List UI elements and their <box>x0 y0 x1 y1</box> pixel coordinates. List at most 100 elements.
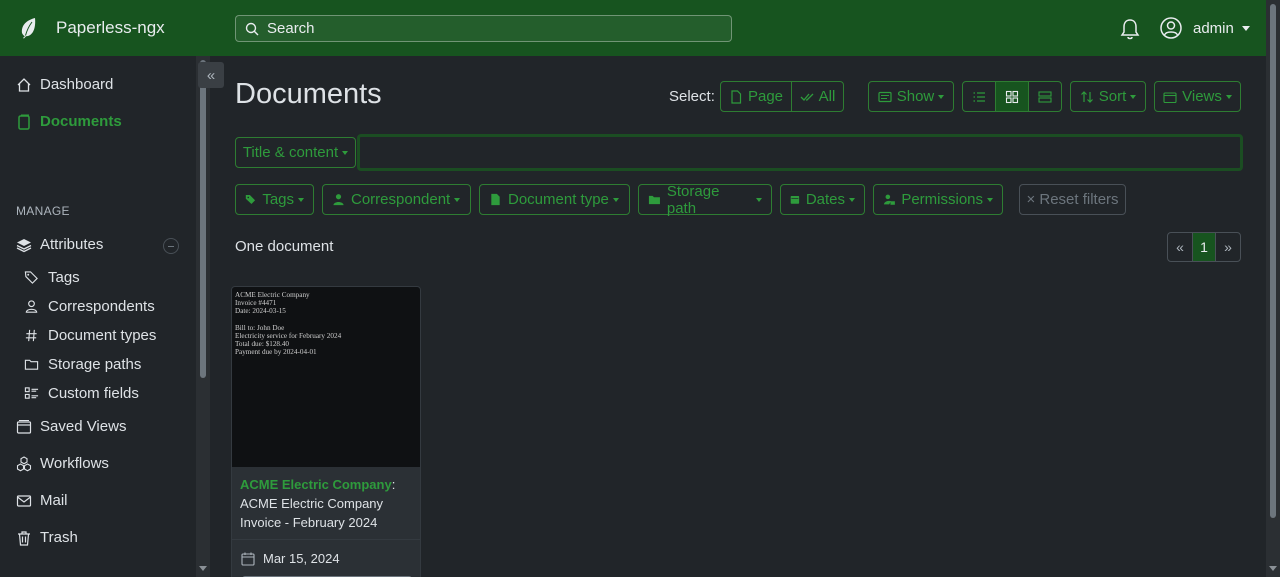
card-text-icon <box>878 91 892 102</box>
sidebar-item-correspondents[interactable]: Correspondents <box>24 298 155 315</box>
document-card-title: ACME Electric Company: ACME Electric Com… <box>240 475 416 532</box>
double-chevron-left-icon: « <box>206 66 216 84</box>
sidebar-item-attributes[interactable]: Attributes <box>16 236 103 253</box>
pager-page-1[interactable]: 1 <box>1192 233 1216 261</box>
sidebar-item-label: Storage paths <box>48 356 142 373</box>
document-date: Mar 15, 2024 <box>241 551 340 566</box>
text-filter-input[interactable] <box>357 134 1243 171</box>
filter-storage-path-button[interactable]: Storage path <box>638 182 772 217</box>
app-name: Paperless-ngx <box>56 18 165 37</box>
sidebar-item-label: Documents <box>40 113 122 130</box>
search-icon <box>245 22 259 35</box>
document-card[interactable]: ACME Electric Company Invoice #4471 Date… <box>231 286 421 577</box>
sidebar-item-tags[interactable]: Tags <box>24 269 80 286</box>
filter-permissions-button[interactable]: Permissions <box>873 184 1003 215</box>
sidebar-item-documents[interactable]: Documents <box>16 113 122 130</box>
calendar-icon <box>241 552 255 566</box>
filter-document-type-label: Document type <box>508 191 609 208</box>
sidebar-collapse-button[interactable]: « <box>198 62 224 88</box>
sidebar-item-workflows[interactable]: Workflows <box>16 455 109 472</box>
bell-icon[interactable] <box>1120 18 1140 40</box>
document-thumbnail[interactable]: ACME Electric Company Invoice #4471 Date… <box>232 287 420 467</box>
chevron-down-icon <box>849 197 855 202</box>
reset-filters-button[interactable]: × Reset filters <box>1019 184 1126 215</box>
chevron-down-icon <box>938 94 945 99</box>
chevron-down-icon <box>298 197 304 202</box>
filter-permissions-label: Permissions <box>901 191 983 208</box>
chevron-down-icon <box>1225 94 1232 99</box>
chevron-down-icon <box>612 197 619 202</box>
chevron-down-icon <box>756 197 762 202</box>
sidebar-item-trash[interactable]: Trash <box>16 529 78 546</box>
thumbnail-line: Invoice #4471 <box>235 299 277 308</box>
sidebar: Dashboard Documents MANAGE Attributes Ta… <box>0 56 196 577</box>
show-dropdown-button[interactable]: Show <box>868 81 954 112</box>
views-label: Views <box>1182 88 1222 105</box>
collapse-attributes-button[interactable] <box>163 238 179 254</box>
user-menu[interactable]: admin <box>1160 17 1250 39</box>
list-icon <box>973 91 985 102</box>
filter-correspondent-button[interactable]: Correspondent <box>322 184 471 215</box>
sidebar-item-saved-views[interactable]: Saved Views <box>16 418 126 435</box>
select-label: Select: <box>669 88 715 105</box>
thumbnail-line: Date: 2024-03-15 <box>235 307 286 316</box>
select-page-button[interactable]: Page <box>720 81 792 112</box>
thumbnail-line: Electricity service for February 2024 <box>235 332 342 340</box>
select-all-button[interactable]: All <box>791 81 844 112</box>
sidebar-item-custom-fields[interactable]: Custom fields <box>24 385 139 402</box>
global-search[interactable] <box>235 15 732 42</box>
boxes-icon <box>16 455 32 471</box>
sidebar-item-mail[interactable]: Mail <box>16 492 68 509</box>
tag-icon <box>24 271 38 284</box>
search-input[interactable] <box>267 20 707 37</box>
document-correspondent-link[interactable]: ACME Electric Company <box>240 477 392 492</box>
thumbnail-line <box>235 316 419 324</box>
user-name: admin <box>1193 19 1234 37</box>
select-all-label: All <box>818 88 836 105</box>
hash-icon <box>25 329 37 342</box>
window-stack-icon <box>1163 91 1177 103</box>
table-rows-icon <box>1038 90 1052 103</box>
view-list-button[interactable] <box>962 81 996 112</box>
tags-icon <box>245 195 256 204</box>
filter-document-type-button[interactable]: Document type <box>479 184 630 215</box>
scroll-down-arrow-icon[interactable] <box>199 566 207 571</box>
thumbnail-line: Payment due by 2024-04-01 <box>235 348 317 357</box>
filter-tags-button[interactable]: Tags <box>235 184 314 215</box>
brand[interactable]: Paperless-ngx <box>0 0 235 56</box>
thumbnail-line: ACME Electric Company <box>235 291 310 299</box>
sidebar-item-storage-paths[interactable]: Storage paths <box>24 356 141 373</box>
sidebar-scrollbar[interactable] <box>196 56 210 577</box>
view-details-button[interactable] <box>1028 81 1062 112</box>
text-filter-type-dropdown[interactable]: Title & content <box>235 137 356 168</box>
show-label: Show <box>896 88 935 105</box>
pagination: « 1 » <box>1167 232 1241 262</box>
pager-next-button[interactable]: » <box>1216 233 1240 261</box>
scrollbar-thumb[interactable] <box>200 60 206 378</box>
user-avatar-icon <box>1160 17 1182 39</box>
filter-dates-button[interactable]: Dates <box>780 184 865 215</box>
filter-tags-label: Tags <box>262 191 294 208</box>
folder-fill-icon <box>648 195 660 205</box>
sidebar-item-label: Saved Views <box>40 418 127 435</box>
envelope-icon <box>16 494 32 507</box>
person-fill-icon <box>333 194 344 206</box>
title-separator: : <box>391 477 396 492</box>
filter-storage-path-label: Storage path <box>666 182 720 217</box>
views-dropdown-button[interactable]: Views <box>1154 81 1241 112</box>
sort-dropdown-button[interactable]: Sort <box>1070 81 1146 112</box>
person-lock-icon <box>883 194 895 205</box>
top-navbar: Paperless-ngx admin <box>0 0 1280 56</box>
view-grid-button[interactable] <box>995 81 1029 112</box>
page-scrollbar[interactable] <box>1266 0 1280 577</box>
sidebar-item-label: Dashboard <box>40 76 114 93</box>
list-ui-icon <box>24 387 39 399</box>
scroll-down-arrow-icon[interactable] <box>1269 566 1277 571</box>
sidebar-item-label: Document types <box>48 327 157 344</box>
sidebar-item-label: Trash <box>40 529 78 546</box>
sidebar-item-dashboard[interactable]: Dashboard <box>16 76 113 93</box>
filter-dates-label: Dates <box>805 191 845 208</box>
sidebar-item-document-types[interactable]: Document types <box>24 327 156 344</box>
scrollbar-thumb[interactable] <box>1270 4 1276 518</box>
pager-prev-button[interactable]: « <box>1168 233 1192 261</box>
